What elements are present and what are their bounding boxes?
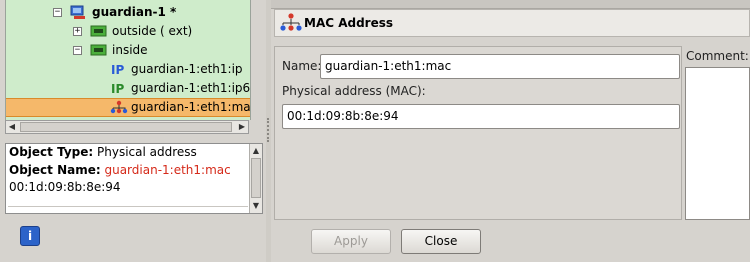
- editor-header: MAC Address: [274, 9, 750, 37]
- tree-item-label: inside: [112, 43, 148, 57]
- apply-button[interactable]: Apply: [311, 229, 391, 254]
- info-vertical-scrollbar[interactable]: ▲ ▼: [249, 144, 262, 213]
- tree-horizontal-scrollbar[interactable]: ◀ ▶: [5, 120, 249, 134]
- collapse-icon[interactable]: −: [53, 8, 62, 17]
- info-icon: i: [27, 229, 33, 243]
- tree-item-label: guardian-1:eth1:ip6: [131, 81, 251, 95]
- expand-icon[interactable]: +: [73, 27, 82, 36]
- tree-item-mac[interactable]: guardian-1:eth1:mac: [6, 98, 250, 117]
- tree-item-guardian[interactable]: − guardian-1 *: [6, 3, 250, 22]
- firewall-icon: [70, 5, 85, 19]
- object-address-value: 00:1d:09:8b:8e:94: [9, 180, 121, 194]
- scroll-up-icon[interactable]: ▲: [250, 145, 262, 157]
- tree-item-label: guardian-1:eth1:ip: [131, 62, 243, 76]
- object-info-panel: Object Type: Physical address Object Nam…: [5, 143, 263, 214]
- comment-field[interactable]: [685, 67, 750, 220]
- collapse-icon[interactable]: −: [73, 46, 82, 55]
- network-interface-icon: [90, 44, 107, 56]
- info-button[interactable]: i: [20, 226, 40, 246]
- ipv4-address-icon: IP: [111, 63, 124, 77]
- tree-item-ip[interactable]: IP guardian-1:eth1:ip: [6, 60, 250, 79]
- name-label: Name:: [282, 59, 322, 73]
- physical-address-label: Physical address (MAC):: [282, 84, 426, 98]
- network-interface-icon: [90, 25, 107, 37]
- mac-address-icon: [110, 100, 128, 114]
- tree-item-label: outside ( ext): [112, 24, 193, 38]
- editor-title: MAC Address: [304, 16, 394, 30]
- object-name-label: Object Name:: [9, 163, 101, 177]
- scrollbar-thumb[interactable]: [20, 122, 232, 132]
- svg-text:IP: IP: [111, 82, 124, 96]
- name-field[interactable]: guardian-1:eth1:mac: [320, 54, 680, 79]
- tree-item-label: guardian-1:eth1:mac: [131, 100, 251, 114]
- editor-top-strip: [271, 0, 750, 9]
- mac-address-icon: [280, 13, 302, 31]
- comment-label: Comment:: [686, 49, 749, 63]
- object-type-row: Object Type: Physical address: [9, 145, 197, 159]
- tree-item-outside[interactable]: + outside ( ext): [6, 22, 250, 41]
- svg-text:IP: IP: [111, 63, 124, 77]
- mac-address-form: Name: guardian-1:eth1:mac Physical addre…: [274, 46, 682, 220]
- ipv6-address-icon: IP: [111, 82, 124, 96]
- scroll-left-icon[interactable]: ◀: [6, 121, 18, 133]
- object-name-value: guardian-1:eth1:mac: [104, 163, 231, 177]
- scroll-down-icon[interactable]: ▼: [250, 200, 262, 212]
- tree-item-label: guardian-1 *: [92, 5, 177, 19]
- splitter-grip[interactable]: [267, 118, 271, 142]
- info-divider: [8, 206, 248, 207]
- scrollbar-thumb[interactable]: [251, 158, 261, 198]
- close-button[interactable]: Close: [401, 229, 481, 254]
- object-tree[interactable]: − guardian-1 * + outside ( ext) − inside…: [5, 0, 251, 120]
- physical-address-field[interactable]: 00:1d:09:8b:8e:94: [282, 104, 680, 129]
- scroll-right-icon[interactable]: ▶: [236, 121, 248, 133]
- tree-item-ip6[interactable]: IP guardian-1:eth1:ip6: [6, 79, 250, 98]
- tree-item-inside[interactable]: − inside: [6, 41, 250, 60]
- object-name-row: Object Name: guardian-1:eth1:mac: [9, 163, 231, 177]
- object-type-label: Object Type:: [9, 145, 94, 159]
- object-type-value: Physical address: [97, 145, 197, 159]
